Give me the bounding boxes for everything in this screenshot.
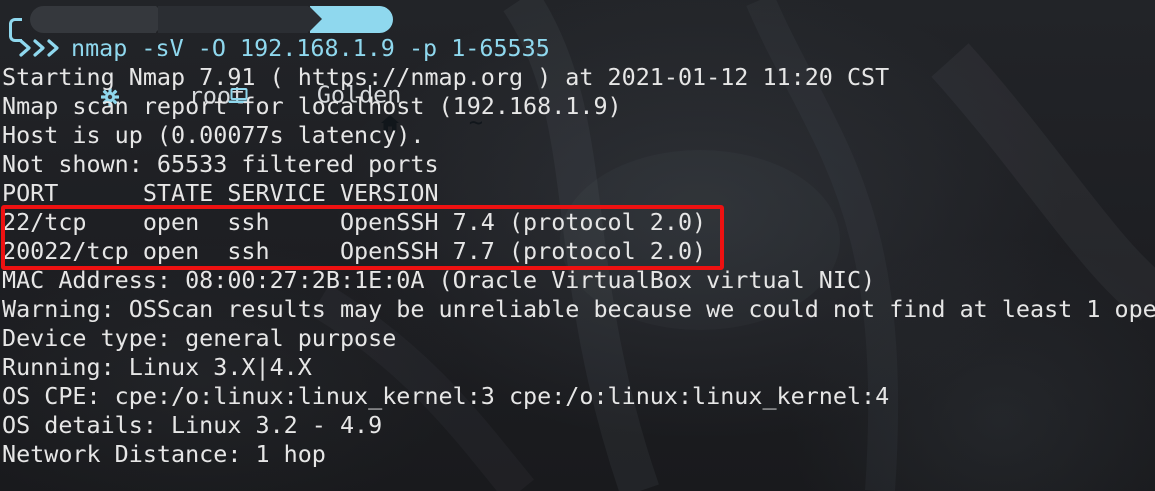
open-ports-highlight-box: [1, 205, 724, 270]
output-line-starting: Starting Nmap 7.91 ( https://nmap.org ) …: [2, 63, 890, 91]
prompt-host-segment: Golden: [158, 6, 401, 108]
terminal-window[interactable]: root Golden ~ nmap -sV -O 192.168.1.9 -p…: [0, 0, 1155, 491]
output-line-device-type: Device type: general purpose: [2, 324, 397, 352]
output-line-network-distance: Network Distance: 1 hop: [2, 440, 326, 468]
command-input[interactable]: nmap -sV -O 192.168.1.9 -p 1-65535: [71, 34, 550, 63]
prompt-dir-segment: ~: [309, 6, 483, 136]
output-line-host-up: Host is up (0.00077s latency).: [2, 121, 425, 149]
output-line-warning: Warning: OSScan results may be unreliabl…: [2, 295, 1155, 323]
port-table-header: PORT STATE SERVICE VERSION: [2, 179, 439, 207]
output-line-mac: MAC Address: 08:00:27:2B:1E:0A (Oracle V…: [2, 266, 876, 294]
output-line-not-shown: Not shown: 65533 filtered ports: [2, 150, 439, 178]
triple-chevron-right-icon: [19, 39, 59, 57]
output-line-running: Running: Linux 3.X|4.X: [2, 353, 312, 381]
prompt-user-segment: root: [30, 6, 245, 109]
output-line-report: Nmap scan report for localhost (192.168.…: [2, 92, 622, 120]
output-line-os-cpe: OS CPE: cpe:/o:linux:linux_kernel:3 cpe:…: [2, 382, 890, 410]
output-line-os-details: OS details: Linux 3.2 - 4.9: [2, 411, 383, 439]
